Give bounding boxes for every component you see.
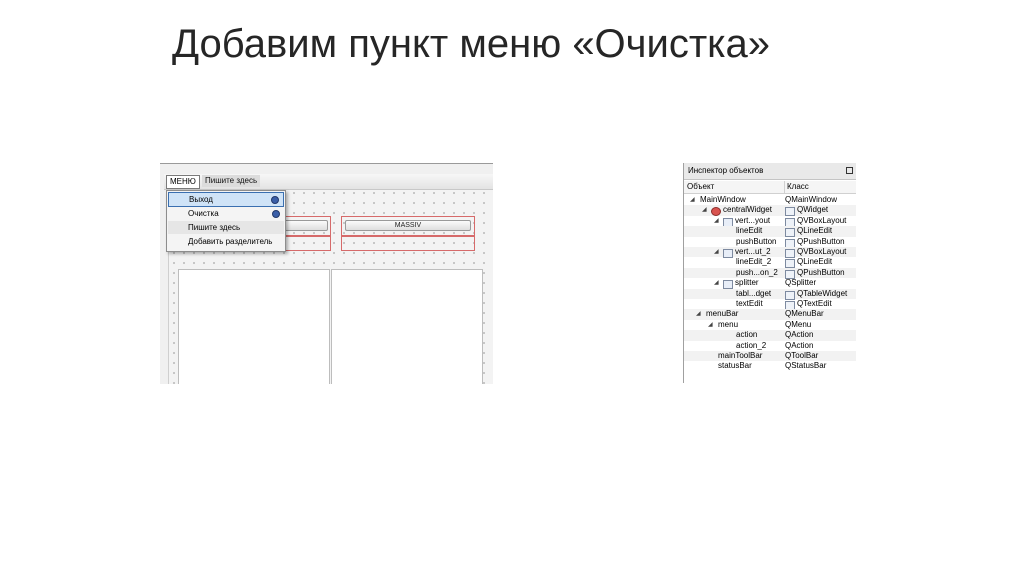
push-button-left[interactable] [284,220,328,231]
form-designer-canvas[interactable]: МЕНЮ Пишите здесь MASSIV Выход Очистка П… [160,163,493,384]
inspector-column-header: Объект Класс [684,181,856,194]
form-menubar[interactable]: МЕНЮ Пишите здесь [164,174,493,190]
tree-row[interactable]: ◢ MainWindow QMainWindow [684,195,856,205]
tree-row[interactable]: ◢ splitter QSplitter [684,278,856,290]
tree-class-name: QAction [785,330,814,340]
tree-row[interactable]: ◢ centralWidget QWidget [684,205,856,217]
layout-frame-right-bottom[interactable] [341,236,475,251]
tree-object-name: splitter [735,278,759,288]
tree-object-name: vert...yout [735,215,771,225]
tree-class-name: QWidget [797,205,829,215]
menu-item-label: Добавить разделитель [188,237,273,246]
tree-object-name: action [736,330,758,340]
float-window-icon[interactable] [846,167,853,174]
action-icon [272,210,280,218]
menu-item-clear[interactable]: Очистка [168,207,284,220]
tree-class-name: QAction [785,340,814,350]
menu-root-item[interactable]: МЕНЮ [166,175,200,189]
tree-object-name: lineEdit [736,226,763,236]
inspector-title-bar: Инспектор объектов [684,163,856,180]
action-icon [271,196,279,204]
tree-row[interactable]: mainToolBar QToolBar [684,351,856,362]
table-widget-panel[interactable] [178,269,330,384]
tree-object-name: action_2 [736,340,767,350]
tree-object-name: menu [718,319,739,329]
tree-object-name: tabl...dget [736,288,772,298]
tree-class-name: QToolBar [785,351,819,360]
tree-row[interactable]: lineEdit_2 QLineEdit [684,257,856,269]
menubar-type-here[interactable]: Пишите здесь [202,175,261,187]
tree-row[interactable]: ◢ menuBar QMenuBar [684,309,856,320]
expand-arrow-icon[interactable]: ◢ [690,195,695,205]
tree-row[interactable]: ◢ vert...ut_2 QVBoxLayout [684,247,856,258]
slide-title: Добавим пункт меню «Очистка» [172,22,771,66]
tree-object-name: lineEdit_2 [736,257,772,267]
tree-class-name: QTableWidget [797,288,848,298]
menu-item-type-here[interactable]: Пишите здесь [168,221,284,234]
column-object-header[interactable]: Объект [687,181,714,193]
expand-arrow-icon[interactable]: ◢ [714,216,719,226]
menu-item-exit[interactable]: Выход [168,192,284,207]
expand-arrow-icon[interactable]: ◢ [714,247,719,257]
tree-row[interactable]: ◢ vert...yout QVBoxLayout [684,215,856,227]
tree-class-name: QMenuBar [785,309,824,319]
tree-object-name: centralWidget [723,205,772,215]
tree-class-name: QMainWindow [785,195,838,204]
tree-class-name: QTextEdit [797,299,832,308]
column-class-header[interactable]: Класс [784,181,809,193]
object-inspector: Инспектор объектов Объект Класс ◢ MainWin… [683,163,856,383]
tree-object-name: vert...ut_2 [735,247,771,256]
tree-class-name: QSplitter [785,278,817,288]
expand-arrow-icon[interactable]: ◢ [708,320,713,330]
tree-object-name: statusBar [718,361,752,371]
tree-object-name: mainToolBar [718,351,763,360]
tree-class-name: QMenu [785,319,812,329]
text-edit-panel[interactable] [331,269,483,384]
menu-dropdown[interactable]: Выход Очистка Пишите здесь Добавить разд… [166,190,286,252]
menu-item-add-separator[interactable]: Добавить разделитель [168,235,284,248]
inspector-title: Инспектор объектов [688,166,764,175]
tree-class-name: QPushButton [797,236,845,246]
tree-row[interactable]: lineEdit QLineEdit [684,226,856,238]
massiv-button[interactable]: MASSIV [345,220,471,231]
tree-row[interactable]: pushButton QPushButton [684,236,856,248]
tree-row[interactable]: ◢ menu QMenu [684,320,856,330]
tree-class-name: QVBoxLayout [797,215,847,225]
expand-arrow-icon[interactable]: ◢ [696,309,701,319]
menu-item-label: Выход [189,195,213,204]
expand-arrow-icon[interactable]: ◢ [714,278,719,288]
menu-item-label: Пишите здесь [188,223,241,232]
tree-class-name: QStatusBar [785,361,827,371]
tree-class-name: QVBoxLayout [797,247,847,256]
tree-object-name: push...on_2 [736,267,778,277]
tree-object-name: pushButton [736,236,777,246]
tree-row[interactable]: push...on_2 QPushButton [684,267,856,279]
tree-class-name: QLineEdit [797,226,833,236]
tree-object-name: MainWindow [700,195,746,204]
tree-object-name: textEdit [736,299,763,308]
tree-row[interactable]: tabl...dget QTableWidget [684,288,856,300]
tree-class-name: QPushButton [797,267,845,277]
tree-row[interactable]: statusBar QStatusBar [684,361,856,371]
tree-class-name: QLineEdit [797,257,833,267]
tree-object-name: menuBar [706,309,739,319]
tree-row[interactable]: action_2 QAction [684,341,856,351]
tree-row[interactable]: textEdit QTextEdit [684,299,856,310]
tree-row[interactable]: action QAction [684,330,856,341]
expand-arrow-icon[interactable]: ◢ [702,205,707,215]
menu-item-label: Очистка [188,209,219,218]
